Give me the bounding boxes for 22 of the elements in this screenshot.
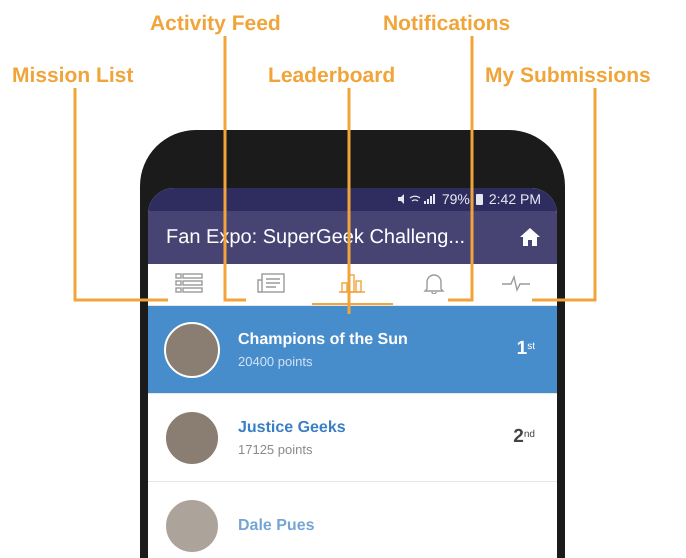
pulse-icon [501, 272, 532, 294]
callout-label: My Submissions [485, 63, 651, 89]
leaderboard-row[interactable]: Champions of the Sun 20400 points 1$^{st}$ [148, 306, 557, 394]
bar-chart-icon [337, 272, 368, 294]
team-name: Dale Pues [238, 516, 316, 536]
callout-label: Leaderboard [268, 63, 396, 89]
battery-percent: 79% [442, 190, 470, 209]
team-name: Justice Geeks [238, 418, 347, 438]
newspaper-icon [256, 272, 286, 294]
team-points: 20400 points [238, 352, 314, 371]
callout-label: Mission List [12, 63, 134, 89]
list-icon [174, 272, 204, 294]
status-time: 2:42 PM [488, 190, 541, 209]
team-points: 17125 points [238, 440, 314, 459]
rank: 1$^{st}$ [516, 337, 535, 362]
battery-icon [476, 193, 483, 206]
team-name: Champions of the Sun [238, 330, 409, 350]
callout-label: Activity Feed [150, 11, 281, 37]
callout-label: Notifications [383, 11, 510, 37]
rank: 2$^{nd}$ [513, 425, 535, 450]
home-icon[interactable] [519, 227, 541, 248]
signal-icon [396, 193, 436, 206]
